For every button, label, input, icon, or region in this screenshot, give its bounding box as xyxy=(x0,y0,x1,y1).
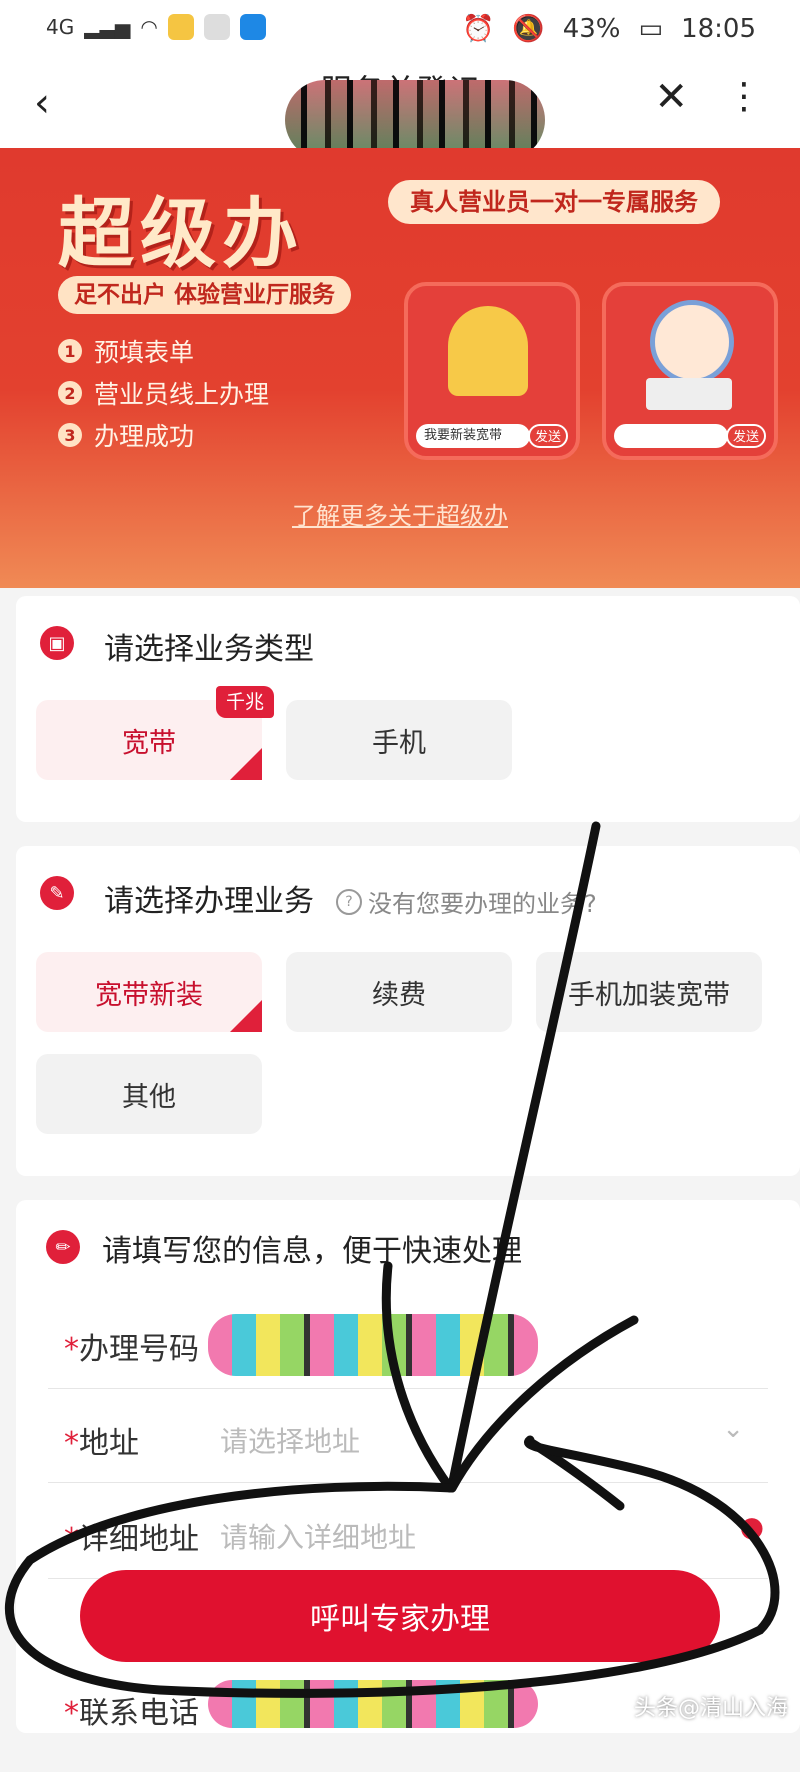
agent-card-customer: 我要新装宽带 发送 xyxy=(404,282,580,460)
step-item: 1 预填表单 xyxy=(58,330,269,372)
card-send-button: 发送 xyxy=(726,424,766,448)
section-title: 请填写您的信息，便于快速处理 xyxy=(102,1234,522,1269)
service-tagline: 真人营业员一对一专属服务 xyxy=(388,180,720,224)
banner-title: 超级办 xyxy=(58,189,304,278)
banner-steps: 1 预填表单 2 营业员线上办理 3 办理成功 xyxy=(58,330,269,456)
section-title: 请选择办理业务 xyxy=(104,884,314,919)
call-expert-button[interactable]: 呼叫专家办理 xyxy=(80,1570,720,1662)
more-icon[interactable]: ⋮ xyxy=(726,76,762,117)
check-icon: ✓ xyxy=(230,1000,291,1032)
card-input: 我要新装宽带 xyxy=(416,424,530,448)
missing-business-hint[interactable]: ? 没有您要办理的业务? xyxy=(336,884,597,919)
card-input-empty: . xyxy=(614,424,728,448)
status-right: ⏰ 🔕 43% ▭ 18:05 xyxy=(462,14,756,44)
field-phone-number[interactable]: *办理号码 xyxy=(48,1296,768,1389)
agent-card-staff: . 发送 xyxy=(602,282,778,460)
status-left: 4G ▂▃▅ ◠ xyxy=(46,14,266,40)
briefcase-icon: ▣ xyxy=(40,626,74,660)
field-detail-address[interactable]: *详细地址 请输入详细地址 ● xyxy=(48,1486,768,1579)
alarm-icon: ⏰ xyxy=(461,14,495,44)
status-bar: 4G ▂▃▅ ◠ ⏰ 🔕 43% ▭ 18:05 xyxy=(0,0,800,60)
option-broadband-new[interactable]: 宽带新装 ✓ xyxy=(36,952,291,1032)
pencil-icon: ✏ xyxy=(46,1230,80,1264)
step-number-icon: 1 xyxy=(58,339,82,363)
location-pin-icon[interactable]: ● xyxy=(740,1510,764,1543)
banner-slogan: 足不出户 体验营业厅服务 xyxy=(58,276,352,314)
section-title: 请选择业务类型 xyxy=(104,632,314,667)
learn-more-link[interactable]: 了解更多关于超级办 xyxy=(0,496,800,531)
battery-percent: 43% xyxy=(562,14,621,44)
redacted-value xyxy=(208,1680,538,1728)
chevron-down-icon: ⌄ xyxy=(722,1414,744,1444)
step-item: 3 办理成功 xyxy=(58,414,269,456)
agent-avatar-icon xyxy=(650,300,734,384)
clock: 18:05 xyxy=(681,14,756,44)
card-send-button: 发送 xyxy=(528,424,568,448)
detail-address-placeholder: 请输入详细地址 xyxy=(220,1521,417,1554)
redacted-value xyxy=(208,1314,538,1376)
step-number-icon: 3 xyxy=(58,423,82,447)
signal-icon: ▂▃▅ xyxy=(84,15,131,39)
laptop-icon xyxy=(646,378,732,410)
mute-icon: 🔕 xyxy=(512,14,545,44)
battery-icon: ▭ xyxy=(638,14,664,44)
address-placeholder: 请选择地址 xyxy=(220,1425,361,1458)
pin-icon: ✎ xyxy=(40,876,74,910)
gigabit-badge: 千兆 xyxy=(216,686,275,718)
app-notification-icon xyxy=(239,14,266,40)
field-address[interactable]: *地址 请选择地址 ⌄ xyxy=(48,1390,768,1483)
option-other[interactable]: 其他 xyxy=(36,1054,262,1134)
option-mobile-add-broadband[interactable]: 手机加装宽带 xyxy=(536,952,762,1032)
weibo-icon xyxy=(167,14,194,40)
option-mobile[interactable]: 手机 xyxy=(286,700,512,780)
watermark: 头条@清山入海 xyxy=(633,1696,788,1721)
wifi-icon: ◠ xyxy=(140,15,158,39)
wechat-icon xyxy=(203,14,230,40)
close-icon[interactable]: ✕ xyxy=(654,74,688,120)
check-icon: ✓ xyxy=(230,748,291,780)
option-renewal[interactable]: 续费 xyxy=(286,952,512,1032)
step-number-icon: 2 xyxy=(58,381,82,405)
network-indicator: 4G xyxy=(46,15,75,39)
step-item: 2 营业员线上办理 xyxy=(58,372,269,414)
person-illustration-icon xyxy=(448,306,528,396)
question-icon: ? xyxy=(336,888,362,915)
